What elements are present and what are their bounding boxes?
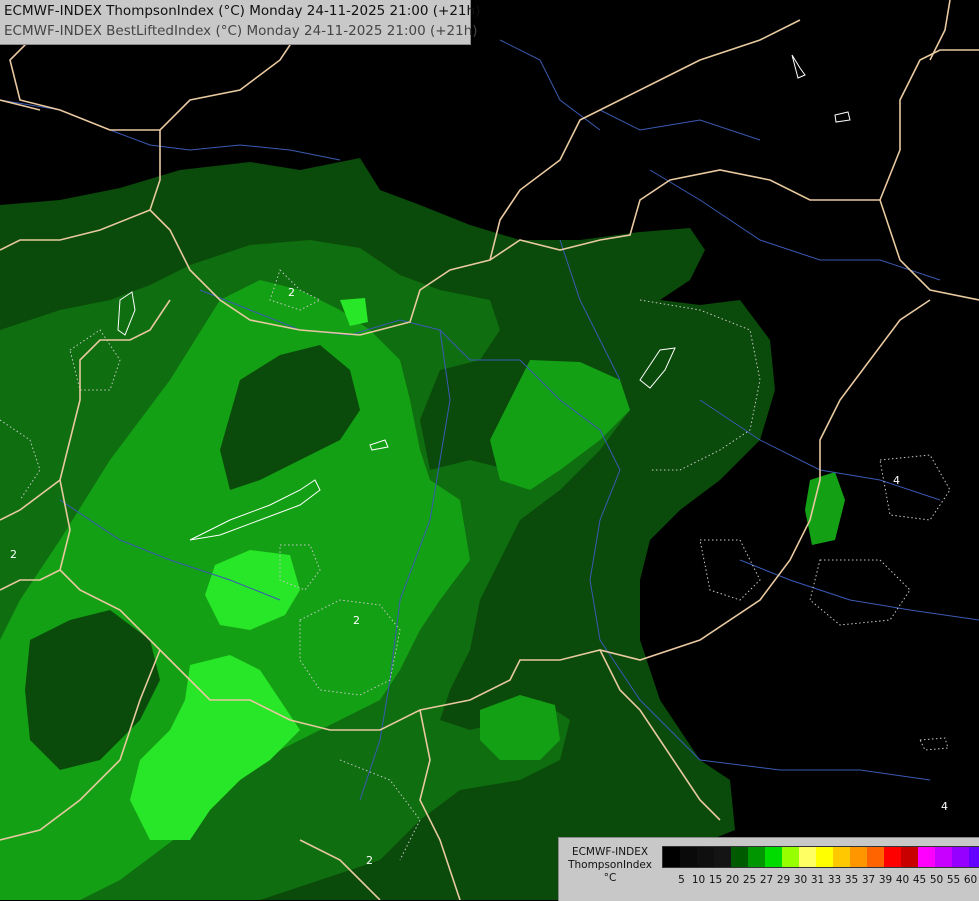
legend-swatch	[782, 847, 799, 867]
legend-tick-label: 25	[742, 874, 757, 886]
color-legend: ECMWF-INDEX ThompsonIndex °C 5 10 15 20 25 27…	[558, 837, 979, 901]
legend-swatch	[799, 847, 816, 867]
legend-tick-label: 27	[759, 874, 774, 886]
legend-swatch	[867, 847, 884, 867]
legend-swatch	[969, 847, 979, 867]
legend-swatch	[765, 847, 782, 867]
legend-tick-label: 31	[810, 874, 825, 886]
weather-map: 2 2 2 2 4 4	[0, 0, 979, 900]
legend-tick-label: 5	[678, 874, 685, 886]
legend-tick-label: 37	[861, 874, 876, 886]
contour-label: 2	[353, 614, 360, 627]
legend-swatch	[833, 847, 850, 867]
legend-tick-label: 45	[912, 874, 927, 886]
legend-tick-label: 60	[963, 874, 978, 886]
contour-label: 2	[288, 286, 295, 299]
legend-tick-label: 35	[844, 874, 859, 886]
map-title-bestlifted: ECMWF-INDEX BestLiftedIndex (°C) Monday …	[4, 23, 478, 39]
legend-tick-label: 20	[725, 874, 740, 886]
legend-tick-label: 29	[776, 874, 791, 886]
legend-swatch	[816, 847, 833, 867]
legend-swatch	[901, 847, 918, 867]
contour-label: 2	[10, 548, 17, 561]
legend-swatch	[680, 847, 697, 867]
legend-tick-label: 10	[691, 874, 706, 886]
legend-tick-label: 55	[946, 874, 961, 886]
legend-swatch	[884, 847, 901, 867]
legend-swatch	[918, 847, 935, 867]
contour-label: 4	[941, 800, 948, 813]
legend-swatch	[850, 847, 867, 867]
legend-caption-model: ECMWF-INDEX	[571, 846, 649, 858]
legend-swatch	[748, 847, 765, 867]
legend-swatch	[952, 847, 969, 867]
legend-swatches	[662, 846, 979, 868]
legend-tick-label: 30	[793, 874, 808, 886]
legend-tick-label: 50	[929, 874, 944, 886]
legend-tick-label: 33	[827, 874, 842, 886]
legend-swatch	[697, 847, 714, 867]
map-title-box: ECMWF-INDEX ThompsonIndex (°C) Monday 24…	[0, 0, 480, 45]
legend-swatch	[663, 847, 680, 867]
legend-swatch	[714, 847, 731, 867]
legend-caption-unit: °C	[603, 872, 617, 884]
map-title-thompson: ECMWF-INDEX ThompsonIndex (°C) Monday 24…	[4, 3, 481, 19]
legend-tick-label: 39	[878, 874, 893, 886]
legend-tick-label: 40	[895, 874, 910, 886]
legend-caption-index: ThompsonIndex	[568, 859, 652, 871]
legend-swatch	[935, 847, 952, 867]
legend-caption: ECMWF-INDEX ThompsonIndex °C	[559, 846, 661, 885]
legend-swatch	[731, 847, 748, 867]
legend-tick-label: 15	[708, 874, 723, 886]
contour-label: 4	[893, 474, 900, 487]
contour-label: 2	[366, 854, 373, 867]
